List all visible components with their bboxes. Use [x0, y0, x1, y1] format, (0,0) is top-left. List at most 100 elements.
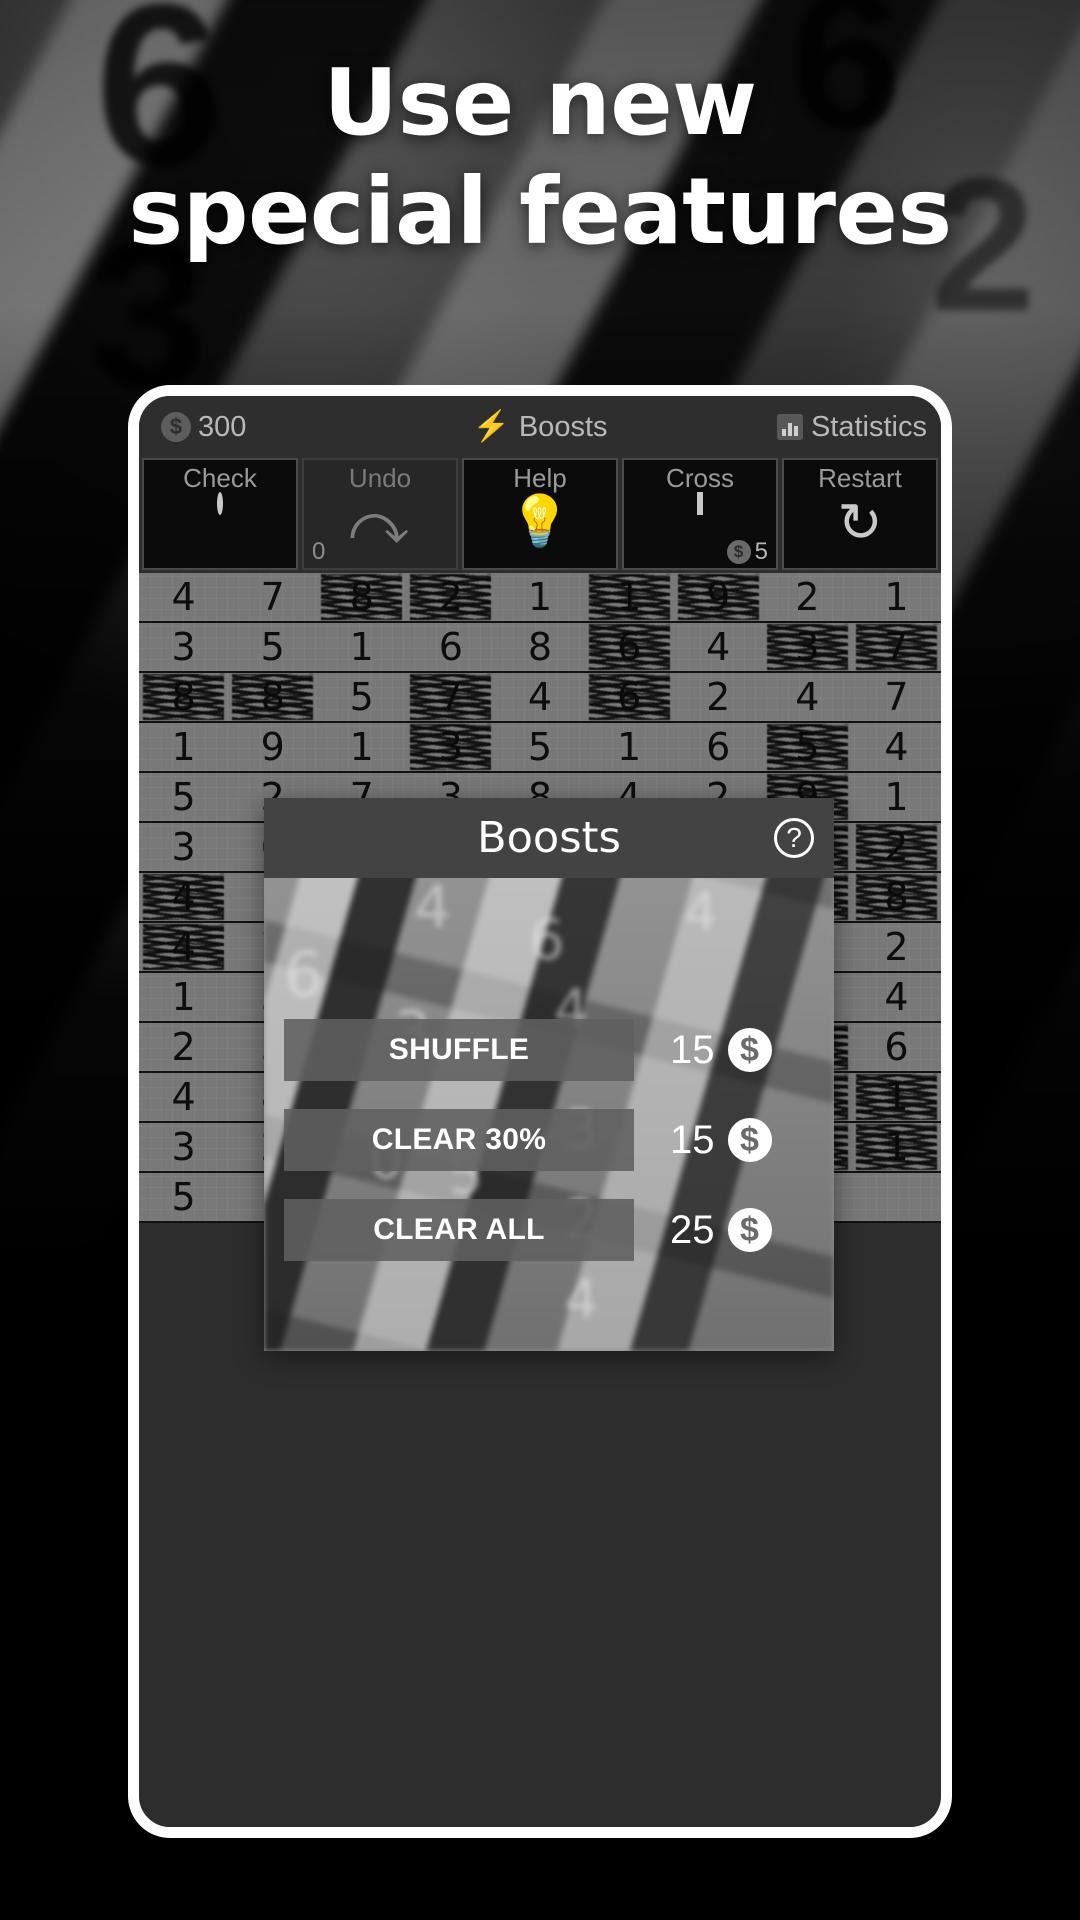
grid-cell[interactable]: 1: [585, 573, 674, 621]
grid-cell[interactable]: 8: [495, 623, 584, 671]
grid-cell[interactable]: 9: [674, 573, 763, 621]
bar-chart-icon: [776, 414, 803, 440]
grid-cell[interactable]: 5: [139, 1173, 228, 1221]
grid-cell[interactable]: 1: [139, 973, 228, 1021]
grid-cell[interactable]: 3: [139, 1123, 228, 1171]
grid-cell[interactable]: 6: [585, 673, 674, 721]
grid-cell[interactable]: 2: [674, 673, 763, 721]
grid-row: 478211921: [139, 573, 941, 623]
grid-cell[interactable]: 9: [228, 723, 317, 771]
boost-cost: 25 $: [670, 1208, 772, 1253]
tool-help-button[interactable]: Help 💡: [462, 458, 618, 570]
grid-cell[interactable]: 4: [139, 873, 228, 921]
grid-cell[interactable]: 4: [763, 673, 852, 721]
tool-undo-label: Undo: [348, 463, 412, 493]
boosts-dialog: 6 3 4 6 4 3 2 4 4 0 5 Boosts ? SHUFFLE15…: [264, 798, 834, 1351]
statistics-button[interactable]: Statistics: [776, 410, 927, 444]
grid-cell[interactable]: 4: [139, 923, 228, 971]
restart-arrow-icon: ↻: [837, 493, 883, 554]
tool-undo-count: 0: [312, 538, 326, 565]
grid-cell[interactable]: 4: [139, 573, 228, 621]
grid-cell[interactable]: 1: [852, 1123, 941, 1171]
phone-frame: $ 300 ⚡ Boosts Statistics Check Undo ⤺ 0…: [128, 385, 952, 1838]
grid-cell[interactable]: 5: [763, 723, 852, 771]
grid-cell[interactable]: 2: [139, 1023, 228, 1071]
grid-cell[interactable]: 6: [674, 723, 763, 771]
grid-cell[interactable]: 4: [852, 723, 941, 771]
grid-cell[interactable]: 2: [406, 573, 495, 621]
boost-cost-value: 15: [670, 1027, 715, 1072]
grid-cell[interactable]: 5: [139, 773, 228, 821]
statistics-label: Statistics: [810, 410, 927, 443]
grid-cell[interactable]: 7: [852, 623, 941, 671]
toolbar: Check Undo ⤺ 0 Help 💡 Cross $ 5 Restart …: [139, 458, 941, 573]
grid-cell[interactable]: 5: [317, 673, 406, 721]
grid-cell[interactable]: 6: [585, 623, 674, 671]
tool-undo-button[interactable]: Undo ⤺ 0: [302, 458, 458, 570]
grid-cell[interactable]: 2: [763, 573, 852, 621]
app-screen: $ 300 ⚡ Boosts Statistics Check Undo ⤺ 0…: [139, 396, 941, 1827]
grid-cell[interactable]: 5: [495, 723, 584, 771]
grid-cell[interactable]: 8: [317, 573, 406, 621]
grid-cell[interactable]: 7: [228, 573, 317, 621]
page-title-line-2: special features: [128, 158, 952, 266]
boost-clear-all-button[interactable]: CLEAR ALL: [284, 1199, 634, 1261]
grid-cell[interactable]: 8: [228, 673, 317, 721]
grid-cell[interactable]: 2: [852, 823, 941, 871]
grid-cell[interactable]: 3: [763, 623, 852, 671]
tool-cross-button[interactable]: Cross $ 5: [622, 458, 778, 570]
tool-restart-button[interactable]: Restart ↻: [782, 458, 938, 570]
grid-cell[interactable]: 8: [139, 673, 228, 721]
app-topbar: $ 300 ⚡ Boosts Statistics: [139, 396, 941, 458]
grid-cell[interactable]: 1: [317, 723, 406, 771]
grid-cell[interactable]: 3: [139, 623, 228, 671]
grid-cell[interactable]: 6: [406, 623, 495, 671]
tool-cross-cost: $ 5: [726, 538, 768, 566]
grid-cell[interactable]: 1: [852, 773, 941, 821]
grid-cell[interactable]: 2: [852, 923, 941, 971]
grid-cell[interactable]: 3: [406, 723, 495, 771]
grid-cell[interactable]: 6: [852, 1023, 941, 1071]
grid-cell[interactable]: 5: [228, 623, 317, 671]
tool-check-label: Check: [183, 463, 257, 493]
boost-item: SHUFFLE 15 $: [284, 1019, 834, 1081]
grid-cell[interactable]: 1: [852, 573, 941, 621]
grid-cell[interactable]: 4: [852, 973, 941, 1021]
cross-box-icon: [697, 492, 703, 516]
dollar-coin-icon: $: [161, 412, 191, 442]
page-title: Use new special features: [0, 48, 1080, 267]
boost-shuffle-button[interactable]: SHUFFLE: [284, 1019, 634, 1081]
lightbulb-icon: 💡: [508, 493, 572, 550]
grid-cell[interactable]: 3: [139, 823, 228, 871]
grid-cell[interactable]: 7: [406, 673, 495, 721]
grid-row: 191351654: [139, 723, 941, 773]
grid-cell[interactable]: 1: [317, 623, 406, 671]
grid-cell[interactable]: 1: [139, 723, 228, 771]
grid-cell[interactable]: 1: [852, 1073, 941, 1121]
lightning-bolt-icon: ⚡: [472, 410, 510, 443]
boosts-dialog-header: Boosts ?: [264, 798, 834, 878]
boosts-list: SHUFFLE 15 $ CLEAR 30% 15 $ CLEAR ALL 25 $: [264, 878, 834, 1261]
boost-item: CLEAR 30% 15 $: [284, 1109, 834, 1171]
tool-check-button[interactable]: Check: [142, 458, 298, 570]
question-mark-circle-icon[interactable]: ?: [774, 818, 814, 858]
coin-balance: $ 300: [161, 411, 246, 444]
boosts-menu-button[interactable]: ⚡ Boosts: [472, 411, 607, 444]
grid-cell[interactable]: 1: [585, 723, 674, 771]
grid-cell[interactable]: 4: [495, 673, 584, 721]
grid-cell[interactable]: 8: [852, 873, 941, 921]
tool-cross-cost-value: 5: [754, 538, 768, 565]
tool-help-label: Help: [513, 463, 567, 493]
boost-clear-30-button[interactable]: CLEAR 30%: [284, 1109, 634, 1171]
promo-screenshot: 6 3 6 2 Use new special features $ 300 ⚡…: [0, 0, 1080, 1920]
grid-cell[interactable]: 7: [852, 673, 941, 721]
boost-cost-value: 25: [670, 1207, 715, 1252]
dollar-coin-icon: $: [726, 540, 751, 564]
grid-row: 351686437: [139, 623, 941, 673]
undo-arrow-icon: ⤺: [350, 492, 410, 556]
grid-cell[interactable]: 1: [495, 573, 584, 621]
grid-cell[interactable]: 4: [139, 1073, 228, 1121]
grid-cell[interactable]: 4: [674, 623, 763, 671]
grid-cell: [852, 1173, 941, 1221]
boost-cost: 15 $: [670, 1118, 772, 1163]
